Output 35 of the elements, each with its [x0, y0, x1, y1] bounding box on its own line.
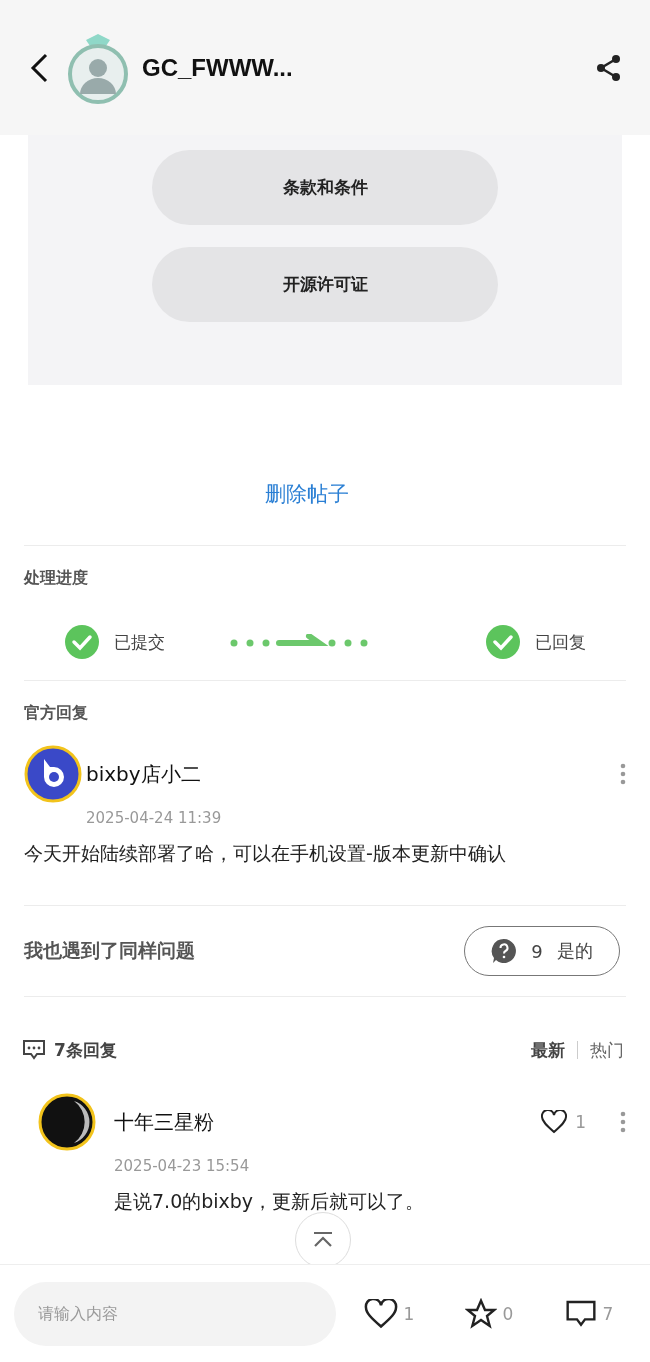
menu-button[interactable]: 条款和条件 [152, 150, 498, 225]
sort-tab[interactable]: 热门 [586, 1038, 628, 1062]
username-title: GC_FWWW... [142, 53, 293, 82]
author-name: bixby店小二 [86, 760, 202, 788]
more-button[interactable] [620, 1111, 626, 1133]
scroll-top-icon [312, 1231, 334, 1249]
more-button[interactable] [620, 763, 626, 785]
comment-input[interactable]: 请输入内容 [14, 1281, 336, 1346]
same-issue-label: 我也遇到了同样问题 [24, 938, 195, 963]
heart-icon [541, 1110, 568, 1134]
comment-icon [564, 1298, 597, 1329]
delete-post-link[interactable]: 删除帖子 [265, 480, 349, 508]
sort-tab[interactable]: 最新 [527, 1038, 569, 1062]
question-icon [491, 938, 518, 964]
share-icon [596, 53, 622, 82]
same-issue-button[interactable]: 9 是的 [464, 926, 620, 976]
heart-icon [363, 1298, 398, 1329]
post-time: 2025-04-23 15:54 [114, 1157, 251, 1175]
comment-text: 是说7.0的bixby，更新后就可以了。 [114, 1189, 426, 1214]
section-title: 处理进度 [22, 567, 89, 589]
reply-text: 今天开始陆续部署了哈，可以在手机设置-版本更新中确认 [24, 841, 506, 866]
section-title: 官方回复 [23, 702, 89, 724]
avatar-icon [66, 31, 130, 104]
step-label: 已回复 [535, 630, 586, 654]
like-count: 1 [575, 1112, 586, 1132]
avatar-icon [38, 1093, 96, 1151]
star-icon [464, 1297, 497, 1330]
replies-count: 7条回复 [54, 1038, 117, 1062]
author-name: 十年三星粉 [114, 1108, 215, 1136]
step-label: 已提交 [114, 630, 165, 654]
post-time: 2025-04-24 11:39 [86, 809, 223, 827]
avatar-icon [24, 745, 82, 803]
menu-button[interactable]: 开源许可证 [152, 247, 498, 322]
comment-icon [22, 1039, 46, 1061]
back-icon [28, 51, 50, 84]
